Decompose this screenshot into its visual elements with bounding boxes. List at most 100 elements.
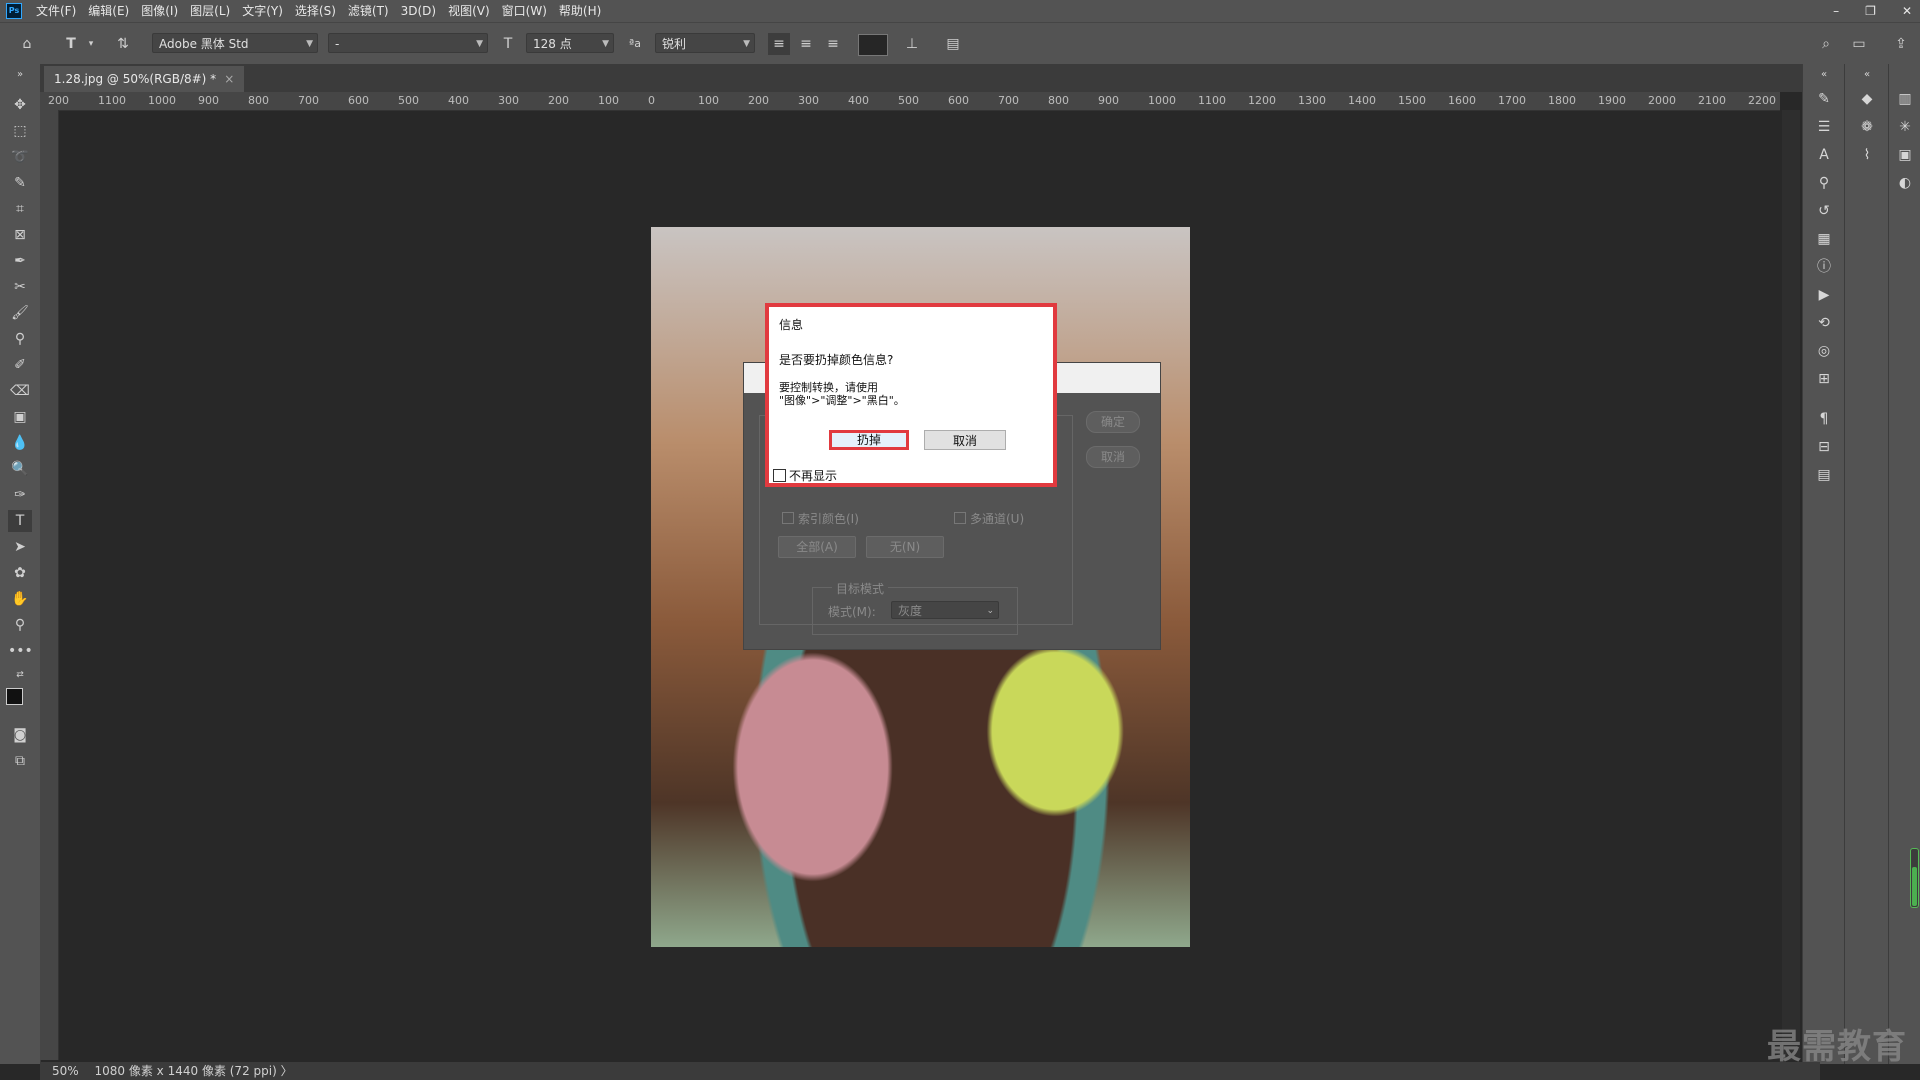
zoom-tool-icon[interactable]: ⚲ <box>8 614 32 636</box>
more-tools-icon[interactable]: ••• <box>8 640 33 662</box>
type-tool-icon[interactable]: T <box>60 33 82 55</box>
checkbox-box[interactable] <box>773 469 786 482</box>
align-right-icon[interactable]: ≡ <box>822 33 844 55</box>
blur-tool-icon[interactable]: 💧 <box>8 432 32 454</box>
history-icon[interactable]: ↺ <box>1812 200 1836 222</box>
notes-icon[interactable]: ▤ <box>1812 464 1836 486</box>
menu-3d[interactable]: 3D(D) <box>395 0 442 22</box>
marquee-tool-icon[interactable]: ⬚ <box>8 120 32 142</box>
actions-play-icon[interactable]: ▶ <box>1812 284 1836 306</box>
collapse-dock-icon[interactable]: « <box>1855 64 1879 86</box>
mode-select[interactable]: 灰度 ⌄ <box>891 601 999 619</box>
collapse-dock-icon[interactable]: « <box>1812 64 1836 86</box>
libraries-icon[interactable]: ▣ <box>1893 144 1917 166</box>
foreground-color-swatch[interactable] <box>6 688 23 705</box>
brush-settings-icon[interactable]: ✎ <box>1812 88 1836 110</box>
workspace-icon[interactable]: ▭ <box>1848 33 1870 55</box>
share-icon[interactable]: ⇪ <box>1890 33 1912 55</box>
eyedropper-tool-icon[interactable]: ✒ <box>8 250 32 272</box>
clone-source-icon[interactable]: ⚲ <box>1812 172 1836 194</box>
3d-icon[interactable]: ◎ <box>1812 340 1836 362</box>
menu-layer[interactable]: 图层(L) <box>184 0 236 22</box>
antialias-select[interactable]: 锐利 ▼ <box>655 33 755 53</box>
minimize-button[interactable]: – <box>1833 0 1839 22</box>
swatches-icon[interactable]: ✳ <box>1893 116 1917 138</box>
warp-text-icon[interactable]: ⊥ <box>901 33 923 55</box>
align-left-icon[interactable]: ≡ <box>768 33 790 55</box>
adjustments-icon[interactable]: ☰ <box>1812 116 1836 138</box>
indexed-checkbox[interactable] <box>782 512 794 524</box>
home-icon[interactable]: ⌂ <box>16 33 38 55</box>
type-tool-icon[interactable]: T <box>8 510 32 532</box>
menu-help[interactable]: 帮助(H) <box>553 0 607 22</box>
expand-toolbar-icon[interactable]: » <box>8 64 32 86</box>
menu-edit[interactable]: 编辑(E) <box>82 0 135 22</box>
convert-ok-button[interactable]: 确定 <box>1086 411 1140 433</box>
menu-file[interactable]: 文件(F) <box>30 0 82 22</box>
timeline-icon[interactable]: ⟲ <box>1812 312 1836 334</box>
screen-mode-icon[interactable]: ⧉ <box>8 750 32 772</box>
stamp-tool-icon[interactable]: ⚲ <box>8 328 32 350</box>
pen-tool-icon[interactable]: ✑ <box>8 484 32 506</box>
color-icon[interactable]: ◐ <box>1893 172 1917 194</box>
cancel-button[interactable]: 取消 <box>924 430 1006 450</box>
brush-tool-icon[interactable]: 🖌 <box>8 302 32 324</box>
document-tab[interactable]: 1.28.jpg @ 50%(RGB/8#) * × <box>44 66 245 92</box>
horizontal-ruler[interactable]: 200 1100 1000 900 800 700 600 500 400 300 200 100 0 1… <box>40 92 1780 111</box>
hand-tool-icon[interactable]: ✋ <box>8 588 32 610</box>
character-icon[interactable]: A <box>1812 144 1836 166</box>
close-tab-icon[interactable]: × <box>224 72 234 86</box>
quick-mask-icon[interactable]: ◙ <box>8 724 32 746</box>
dodge-tool-icon[interactable]: 🔍 <box>8 458 32 480</box>
close-window-button[interactable]: ✕ <box>1902 0 1912 22</box>
convert-cancel-button[interactable]: 取消 <box>1086 446 1140 468</box>
menu-type[interactable]: 文字(Y) <box>236 0 289 22</box>
dont-show-again-checkbox[interactable]: 不再显示 <box>773 467 837 484</box>
tool-preset-chevron-icon[interactable]: ▾ <box>80 33 102 55</box>
multichannel-checkbox[interactable] <box>954 512 966 524</box>
font-size-select[interactable]: 128 点 ▼ <box>526 33 614 53</box>
discard-button[interactable]: 扔掉 <box>829 430 909 450</box>
history-brush-icon[interactable]: ✐ <box>8 354 32 376</box>
search-icon[interactable]: ⌕ <box>1815 33 1837 55</box>
font-family-select[interactable]: Adobe 黑体 Std ▼ <box>152 33 318 53</box>
move-tool-icon[interactable]: ✥ <box>8 94 32 116</box>
vertical-scrollbar[interactable] <box>1782 110 1800 1060</box>
healing-tool-icon[interactable]: ✂ <box>8 276 32 298</box>
info-icon[interactable]: ⓘ <box>1812 256 1836 278</box>
shape-tool-icon[interactable]: ✿ <box>8 562 32 584</box>
select-none-button[interactable]: 无(N) <box>866 536 944 558</box>
menu-window[interactable]: 窗口(W) <box>496 0 553 22</box>
menu-image[interactable]: 图像(I) <box>135 0 184 22</box>
menu-view[interactable]: 视图(V) <box>442 0 496 22</box>
frame-tool-icon[interactable]: ⊠ <box>8 224 32 246</box>
status-menu-arrow[interactable]: 〉 <box>281 1064 293 1078</box>
layers-icon[interactable]: ◆ <box>1855 88 1879 110</box>
vertical-ruler[interactable] <box>40 110 59 1060</box>
crop-tool-icon[interactable]: ⌗ <box>8 198 32 220</box>
gradient-tool-icon[interactable]: ▣ <box>8 406 32 428</box>
menu-filter[interactable]: 滤镜(T) <box>342 0 395 22</box>
character-panel-icon[interactable]: ▤ <box>942 33 964 55</box>
histogram-icon[interactable]: ▥ <box>1893 88 1917 110</box>
align-center-icon[interactable]: ≡ <box>795 33 817 55</box>
paragraph-icon[interactable]: ¶ <box>1812 408 1836 430</box>
table-icon[interactable]: ⊞ <box>1812 368 1836 390</box>
tools-panel: » ✥ ⬚ ➰ ✎ ⌗ ⊠ ✒ ✂ 🖌 ⚲ ✐ ⌫ ▣ 💧 🔍 ✑ T ➤ ✿ … <box>0 64 41 1064</box>
restore-button[interactable]: ❐ <box>1865 0 1876 22</box>
zoom-level[interactable]: 50% <box>52 1064 79 1078</box>
select-all-button[interactable]: 全部(A) <box>778 536 856 558</box>
text-orientation-icon[interactable]: ⇅ <box>112 33 134 55</box>
menu-select[interactable]: 选择(S) <box>289 0 342 22</box>
swap-colors-icon[interactable]: ⇄ <box>8 664 32 686</box>
lasso-tool-icon[interactable]: ➰ <box>8 146 32 168</box>
eraser-tool-icon[interactable]: ⌫ <box>8 380 32 402</box>
paths-icon[interactable]: ⌇ <box>1855 144 1879 166</box>
text-color-swatch[interactable] <box>858 34 888 56</box>
properties-icon[interactable]: ▦ <box>1812 228 1836 250</box>
path-select-icon[interactable]: ➤ <box>8 536 32 558</box>
channels-icon[interactable]: ❁ <box>1855 116 1879 138</box>
font-style-select[interactable]: - ▼ <box>328 33 488 53</box>
quick-select-tool-icon[interactable]: ✎ <box>8 172 32 194</box>
styles-icon[interactable]: ⊟ <box>1812 436 1836 458</box>
